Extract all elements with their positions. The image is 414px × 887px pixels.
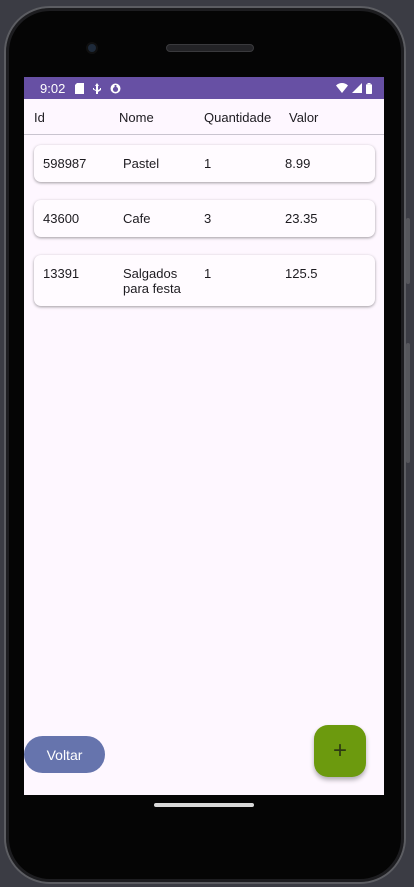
add-button[interactable]: + <box>314 725 366 777</box>
sync-icon <box>110 83 121 94</box>
table-header: Id Nome Quantidade Valor <box>24 99 384 135</box>
list-item[interactable]: 13391 Salgados para festa 1 125.5 <box>34 255 375 306</box>
wifi-icon <box>336 83 348 93</box>
item-id: 598987 <box>43 156 87 171</box>
volume-button <box>406 343 410 463</box>
usb-debug-icon <box>93 82 102 94</box>
header-valor: Valor <box>289 110 319 125</box>
sd-card-icon <box>75 82 85 94</box>
item-valor: 8.99 <box>285 156 311 171</box>
app-screen: 9:02 Id Nome Quantidade Valor 598987 Pas… <box>24 77 384 795</box>
item-quantidade: 1 <box>204 266 212 281</box>
list-item[interactable]: 43600 Cafe 3 23.35 <box>34 200 375 237</box>
item-nome: Salgados para festa <box>123 266 181 296</box>
item-id: 43600 <box>43 211 80 226</box>
power-button <box>406 218 410 284</box>
earpiece-speaker <box>166 44 254 52</box>
item-quantidade: 1 <box>204 156 212 171</box>
status-time: 9:02 <box>40 80 66 96</box>
header-nome: Nome <box>119 110 154 125</box>
back-button[interactable]: Voltar <box>24 736 105 773</box>
signal-icon <box>352 83 362 93</box>
status-icons-right <box>336 82 372 94</box>
home-indicator[interactable] <box>154 803 254 807</box>
item-id: 13391 <box>43 266 80 281</box>
status-icons-left <box>75 82 121 94</box>
list-item[interactable]: 598987 Pastel 1 8.99 <box>34 145 375 182</box>
header-quantidade: Quantidade <box>204 110 272 125</box>
battery-icon <box>366 82 372 94</box>
plus-icon: + <box>332 737 347 764</box>
status-bar: 9:02 <box>24 77 384 99</box>
header-id: Id <box>34 110 45 125</box>
item-valor: 125.5 <box>285 266 318 281</box>
item-nome: Cafe <box>123 211 151 226</box>
front-camera <box>86 42 98 54</box>
item-nome: Pastel <box>123 156 160 171</box>
item-valor: 23.35 <box>285 211 318 226</box>
item-quantidade: 3 <box>204 211 212 226</box>
